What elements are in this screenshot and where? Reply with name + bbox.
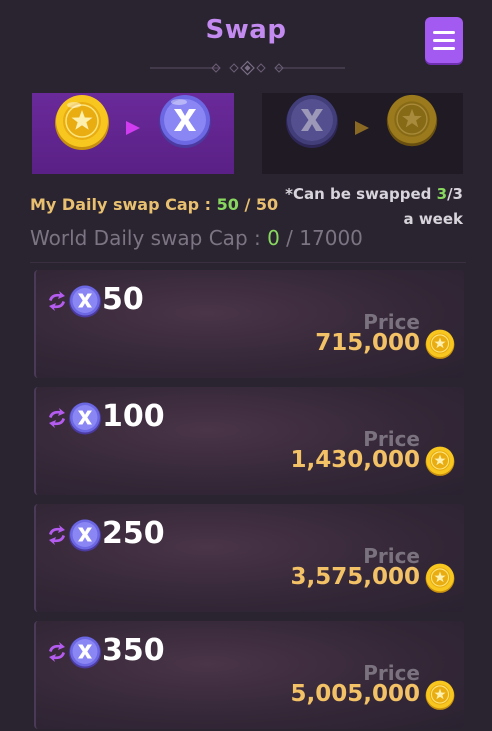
arrow-right-icon <box>355 121 369 135</box>
swap-item[interactable]: 100 Price 1,430,000 <box>34 387 464 495</box>
gold-coin-icon <box>425 446 455 476</box>
x-token-icon <box>69 519 101 552</box>
x-token-icon <box>69 402 101 435</box>
header: Swap <box>0 0 492 90</box>
gold-coin-icon <box>386 94 438 147</box>
x-token-icon <box>69 636 101 669</box>
swap-arrows-icon <box>49 408 65 428</box>
tab-x-to-coin[interactable] <box>262 93 463 174</box>
ornament-divider <box>150 60 345 76</box>
price-value: 5,005,000 <box>290 681 421 707</box>
my-daily-swap-cap: My Daily swap Cap : 50 / 50 <box>30 195 279 214</box>
gold-coin-icon <box>55 95 109 150</box>
x-token-icon <box>286 95 338 148</box>
divider-line <box>30 262 466 263</box>
swap-amount: 50 <box>102 282 144 317</box>
price-value: 1,430,000 <box>290 447 421 473</box>
swap-limit-note: *Can be swapped 3/3 a week <box>285 185 463 228</box>
gold-coin-icon <box>425 680 455 710</box>
swap-arrows-icon <box>49 642 65 662</box>
swap-item[interactable]: 250 Price 3,575,000 <box>34 504 464 612</box>
swap-item[interactable]: 50 Price 715,000 <box>34 270 464 378</box>
hamburger-menu-icon <box>433 30 455 34</box>
gold-coin-icon <box>425 329 455 359</box>
x-token-icon <box>69 285 101 318</box>
swap-item[interactable]: 350 Price 5,005,000 <box>34 621 464 729</box>
swap-amount: 100 <box>102 399 165 434</box>
swap-arrows-icon <box>49 525 65 545</box>
tab-coin-to-x[interactable] <box>32 93 234 174</box>
world-daily-swap-cap: World Daily swap Cap : 0 / 17000 <box>30 226 363 250</box>
price-value: 3,575,000 <box>290 564 421 590</box>
x-token-icon <box>159 95 211 148</box>
menu-button[interactable] <box>425 17 463 63</box>
swap-arrows-icon <box>49 291 65 311</box>
swap-amount: 250 <box>102 516 165 551</box>
price-value: 715,000 <box>315 330 420 356</box>
gold-coin-icon <box>425 563 455 593</box>
page-title: Swap <box>205 15 287 45</box>
arrow-right-icon <box>126 121 140 135</box>
swap-amount: 350 <box>102 633 165 668</box>
